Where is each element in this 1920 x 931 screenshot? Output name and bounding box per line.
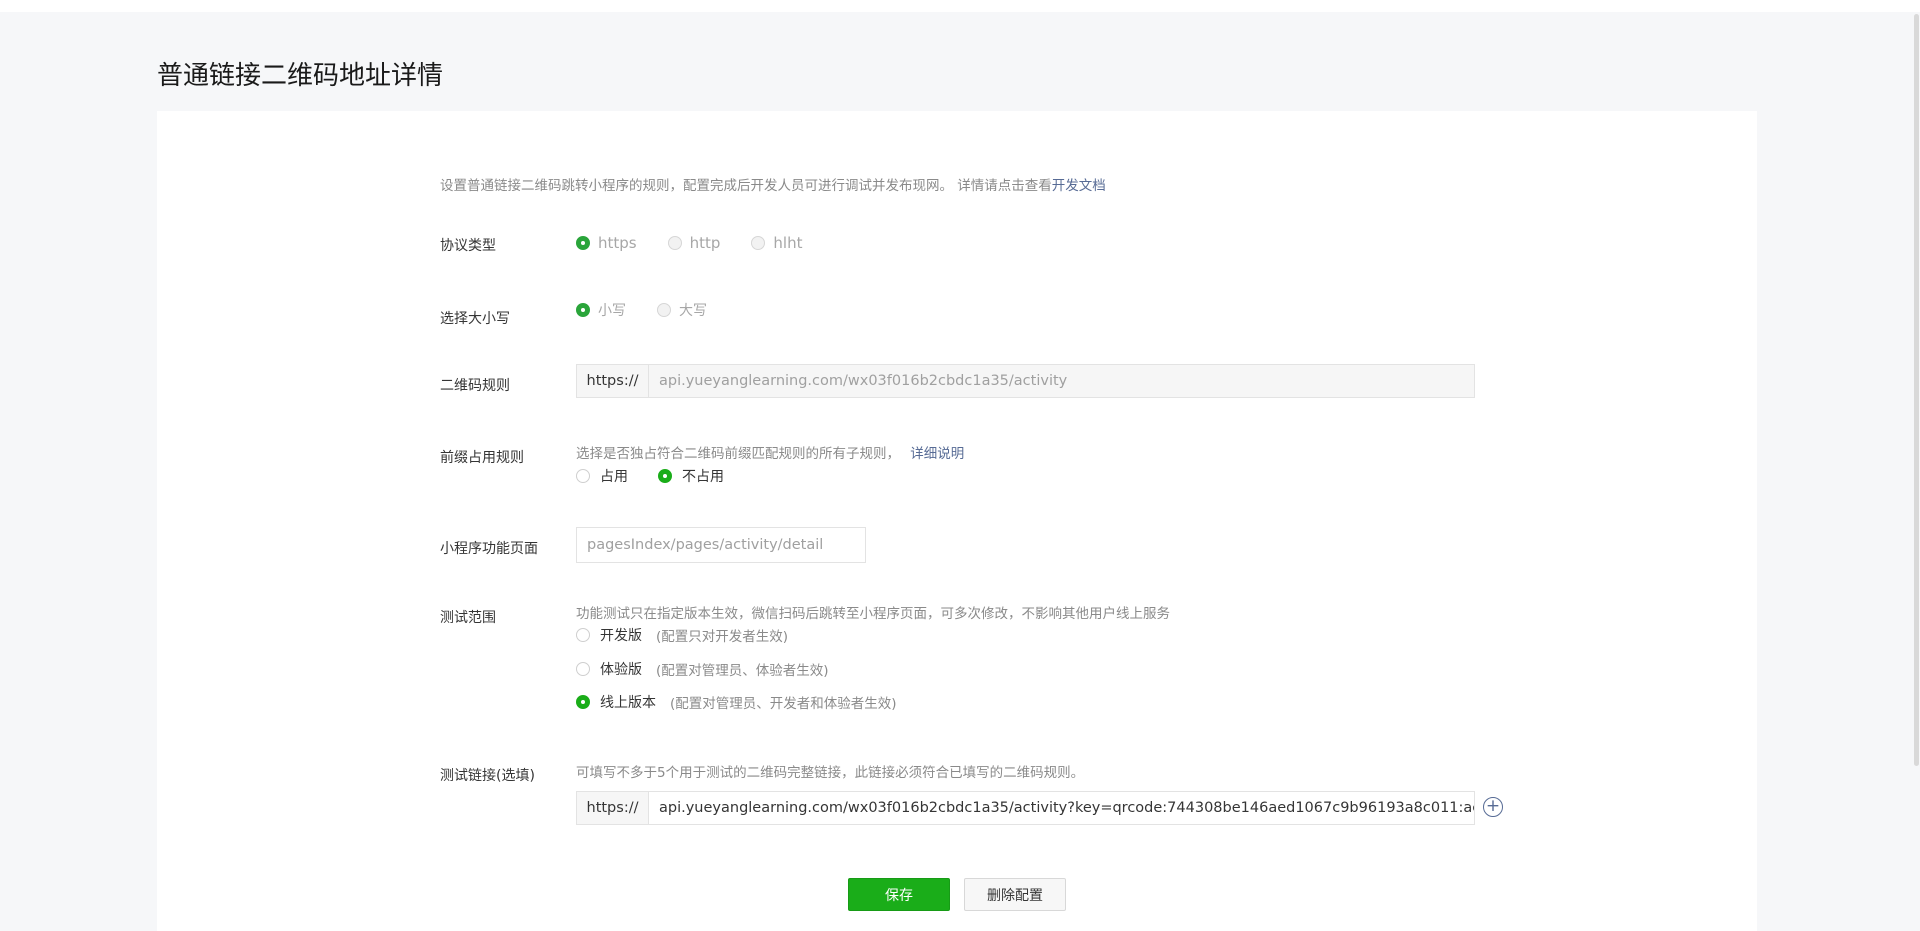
protocol-option-hlht[interactable]: hlht bbox=[751, 234, 802, 252]
radio-checked-icon bbox=[576, 303, 590, 317]
test-scope-option-name: 体验版 bbox=[600, 662, 642, 678]
protocol-option-http[interactable]: http bbox=[667, 234, 721, 252]
scrollbar-thumb[interactable] bbox=[1914, 14, 1919, 766]
qr-rule-input[interactable]: https:// api.yueyanglearning.com/wx03f01… bbox=[576, 364, 1475, 398]
test-scope-option-trial[interactable]: 体验版 (配置对管理员、体验者生效) bbox=[576, 659, 829, 679]
test-scope-option-name: 线上版本 bbox=[600, 695, 656, 711]
protocol-option-label: http bbox=[689, 234, 721, 252]
protocol-radio-group: https http hlht bbox=[576, 234, 802, 252]
page-path-label: 小程序功能页面 bbox=[440, 541, 538, 557]
prefix-option-label: 不占用 bbox=[682, 469, 724, 485]
test-link-value: api.yueyanglearning.com/wx03f016b2cbdc1a… bbox=[659, 800, 1474, 816]
radio-unchecked-icon bbox=[667, 236, 682, 250]
prefix-rule-hint: 选择是否独占符合二维码前缀匹配规则的所有子规则， bbox=[576, 446, 900, 462]
test-scope-hint: 功能测试只在指定版本生效，微信扫码后跳转至小程序页面，可多次修改，不影响其他用户… bbox=[576, 606, 1170, 622]
test-link-input[interactable]: https:// api.yueyanglearning.com/wx03f01… bbox=[576, 791, 1475, 825]
prefix-rule-label: 前缀占用规则 bbox=[440, 450, 524, 466]
case-option-label: 小写 bbox=[598, 303, 626, 319]
test-scope-label: 测试范围 bbox=[440, 610, 496, 626]
save-button[interactable]: 保存 bbox=[848, 878, 950, 911]
test-link-label: 测试链接(选填) bbox=[440, 768, 535, 784]
case-option-lower[interactable]: 小写 bbox=[576, 300, 626, 320]
prefix-rule-radio-group: 占用 不占用 bbox=[576, 466, 724, 486]
radio-unchecked-icon bbox=[576, 662, 590, 676]
test-link-hint: 可填写不多于5个用于测试的二维码完整链接，此链接必须符合已填写的二维码规则。 bbox=[576, 765, 1085, 781]
intro-description: 设置普通链接二维码跳转小程序的规则，配置完成后开发人员可进行调试并发布现网。 详… bbox=[440, 178, 1052, 194]
qr-rule-prefix: https:// bbox=[577, 365, 649, 397]
test-scope-option-online[interactable]: 线上版本 (配置对管理员、开发者和体验者生效) bbox=[576, 692, 897, 712]
protocol-option-label: hlht bbox=[773, 234, 803, 252]
radio-checked-icon bbox=[658, 469, 672, 483]
qr-rule-label: 二维码规则 bbox=[440, 378, 510, 394]
radio-unchecked-icon bbox=[751, 236, 766, 250]
test-scope-option-name: 开发版 bbox=[600, 628, 642, 644]
case-option-label: 大写 bbox=[679, 303, 707, 319]
prefix-option-label: 占用 bbox=[600, 469, 628, 485]
test-scope-option-note: (配置对管理员、开发者和体验者生效) bbox=[670, 696, 897, 712]
page-title: 普通链接二维码地址详情 bbox=[157, 61, 444, 91]
radio-checked-icon bbox=[576, 695, 590, 709]
test-scope-option-note: (配置对管理员、体验者生效) bbox=[656, 663, 829, 679]
intro-text: 设置普通链接二维码跳转小程序的规则，配置完成后开发人员可进行调试并发布现网。 详… bbox=[440, 174, 1106, 194]
radio-checked-icon bbox=[576, 236, 590, 250]
radio-unchecked-icon bbox=[576, 469, 590, 483]
radio-unchecked-icon bbox=[657, 303, 671, 317]
prefix-option-not-occupy[interactable]: 不占用 bbox=[658, 466, 724, 486]
test-scope-option-note: (配置只对开发者生效) bbox=[656, 629, 789, 645]
page-path-placeholder: pagesIndex/pages/activity/detail bbox=[587, 537, 824, 553]
case-label: 选择大小写 bbox=[440, 311, 510, 327]
protocol-label: 协议类型 bbox=[440, 238, 496, 254]
case-radio-group: 小写 大写 bbox=[576, 300, 707, 320]
page-path-input[interactable]: pagesIndex/pages/activity/detail bbox=[576, 527, 866, 563]
add-test-link-icon[interactable]: + bbox=[1483, 797, 1503, 817]
prefix-option-occupy[interactable]: 占用 bbox=[576, 466, 628, 486]
detail-link[interactable]: 详细说明 bbox=[910, 446, 964, 462]
dev-docs-link[interactable]: 开发文档 bbox=[1052, 178, 1106, 194]
protocol-option-label: https bbox=[598, 234, 637, 252]
delete-config-button[interactable]: 删除配置 bbox=[964, 878, 1066, 911]
radio-unchecked-icon bbox=[576, 628, 590, 642]
qr-rule-value: api.yueyanglearning.com/wx03f016b2cbdc1a… bbox=[659, 373, 1068, 389]
case-option-upper[interactable]: 大写 bbox=[657, 300, 707, 320]
prefix-rule-hint-line: 选择是否独占符合二维码前缀匹配规则的所有子规则， 详细说明 bbox=[576, 442, 964, 462]
protocol-option-https[interactable]: https bbox=[576, 234, 637, 252]
test-scope-option-dev[interactable]: 开发版 (配置只对开发者生效) bbox=[576, 625, 788, 645]
top-strip bbox=[0, 0, 1920, 12]
test-link-prefix: https:// bbox=[577, 792, 649, 824]
